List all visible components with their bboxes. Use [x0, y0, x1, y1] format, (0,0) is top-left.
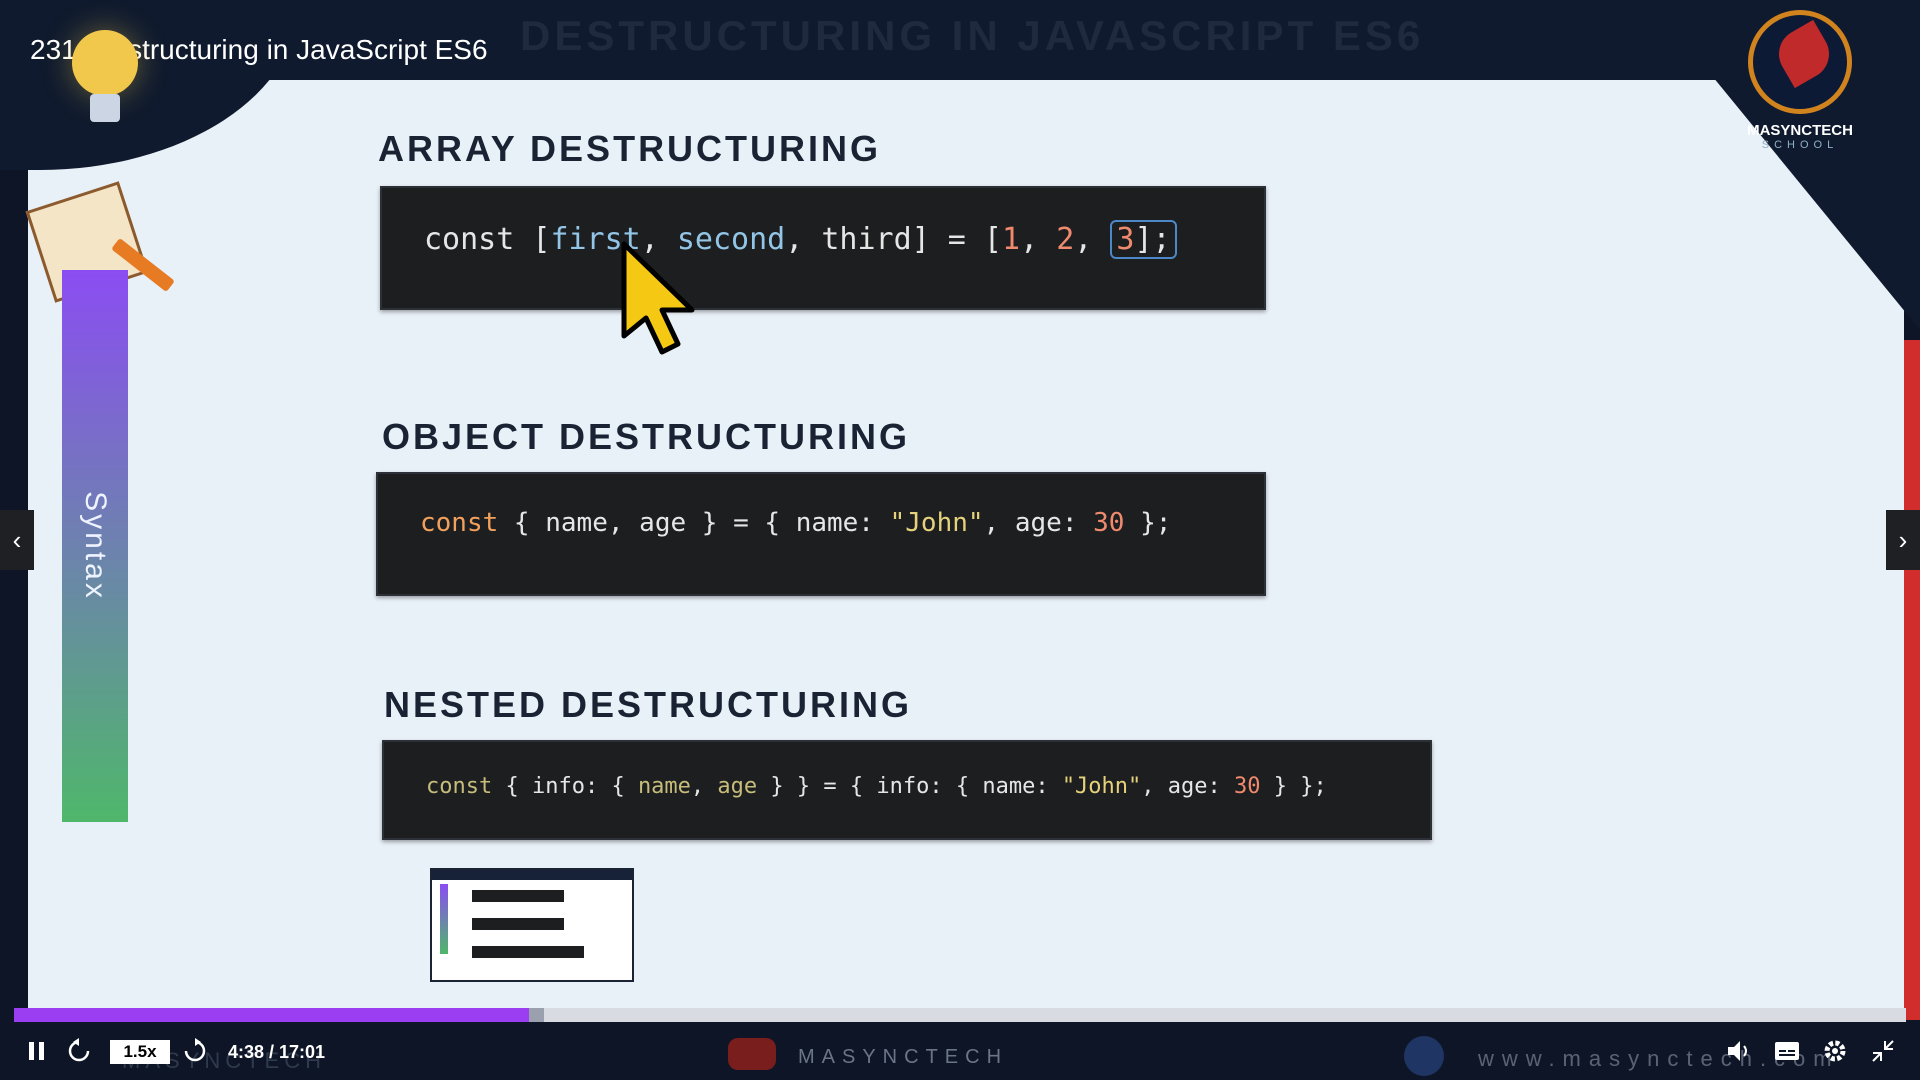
volume-icon — [1728, 1041, 1747, 1061]
youtube-icon — [728, 1038, 776, 1070]
forward-icon — [184, 1038, 206, 1062]
slide-edge-strip — [1904, 340, 1920, 1020]
settings-button[interactable] — [1818, 1034, 1852, 1068]
pause-button[interactable] — [20, 1036, 54, 1066]
mouse-pointer-icon — [621, 241, 695, 355]
code-object: const { name, age } = { name: "John", ag… — [420, 508, 1172, 538]
captions-button[interactable] — [1770, 1034, 1804, 1068]
progress-played — [14, 1008, 529, 1022]
next-lecture-button[interactable]: › — [1886, 510, 1920, 570]
progress-buffered — [528, 1008, 544, 1022]
video-player[interactable]: DESTRUCTURING IN JAVASCRIPT ES6 231. Des… — [0, 0, 1920, 1080]
playback-speed-button[interactable]: 1.5x — [110, 1040, 170, 1064]
heading-array-destructuring: ARRAY DESTRUCTURING — [378, 128, 882, 169]
syntax-text: Syntax — [79, 491, 112, 601]
lightbulb-icon — [60, 10, 150, 130]
code-box-nested: const { info: { name, age } } = { info: … — [382, 740, 1432, 840]
code-array: const [first, second, third] = [1, 2, 3]… — [424, 220, 1177, 259]
heading-object-destructuring: OBJECT DESTRUCTURING — [382, 416, 911, 457]
watermark-brand-center: MASYNCTECH — [798, 1046, 1009, 1068]
captions-icon — [1775, 1042, 1799, 1060]
exit-fullscreen-icon — [1872, 1040, 1894, 1062]
chevron-left-icon: ‹ — [12, 524, 22, 555]
globe-icon — [1404, 1036, 1444, 1076]
syntax-side-label: Syntax — [62, 270, 128, 822]
pause-icon — [29, 1042, 44, 1060]
progress-bar[interactable] — [14, 1008, 1906, 1022]
heading-nested-destructuring: NESTED DESTRUCTURING — [384, 684, 913, 725]
logo-subtitle: SCHOOL — [1761, 139, 1839, 151]
code-box-object: const { name, age } = { name: "John", ag… — [376, 472, 1266, 596]
logo-name: MASYNCTECH — [1747, 122, 1853, 139]
rewind-button[interactable] — [62, 1036, 96, 1066]
code-box-array: const [first, second, third] = [1, 2, 3]… — [380, 186, 1266, 310]
volume-button[interactable] — [1722, 1034, 1756, 1068]
code-nested: const { info: { name, age } } = { info: … — [426, 774, 1327, 799]
time-display: 4:38 / 17:01 — [228, 1042, 326, 1062]
player-controls: MASYNCTECH 1.5x 4:38 / 17:01 MASYNCTECH … — [0, 1022, 1920, 1080]
chevron-right-icon: › — [1898, 524, 1908, 555]
masynctech-logo: MASYNCTECH SCHOOL — [1730, 10, 1870, 151]
slide-title: DESTRUCTURING IN JAVASCRIPT ES6 — [520, 12, 1425, 59]
gear-icon — [1824, 1040, 1846, 1062]
previous-lecture-button[interactable]: ‹ — [0, 510, 34, 570]
rewind-icon — [68, 1038, 90, 1062]
exit-fullscreen-button[interactable] — [1866, 1034, 1900, 1068]
forward-button[interactable] — [178, 1036, 212, 1066]
seek-preview-thumbnail — [430, 868, 634, 982]
